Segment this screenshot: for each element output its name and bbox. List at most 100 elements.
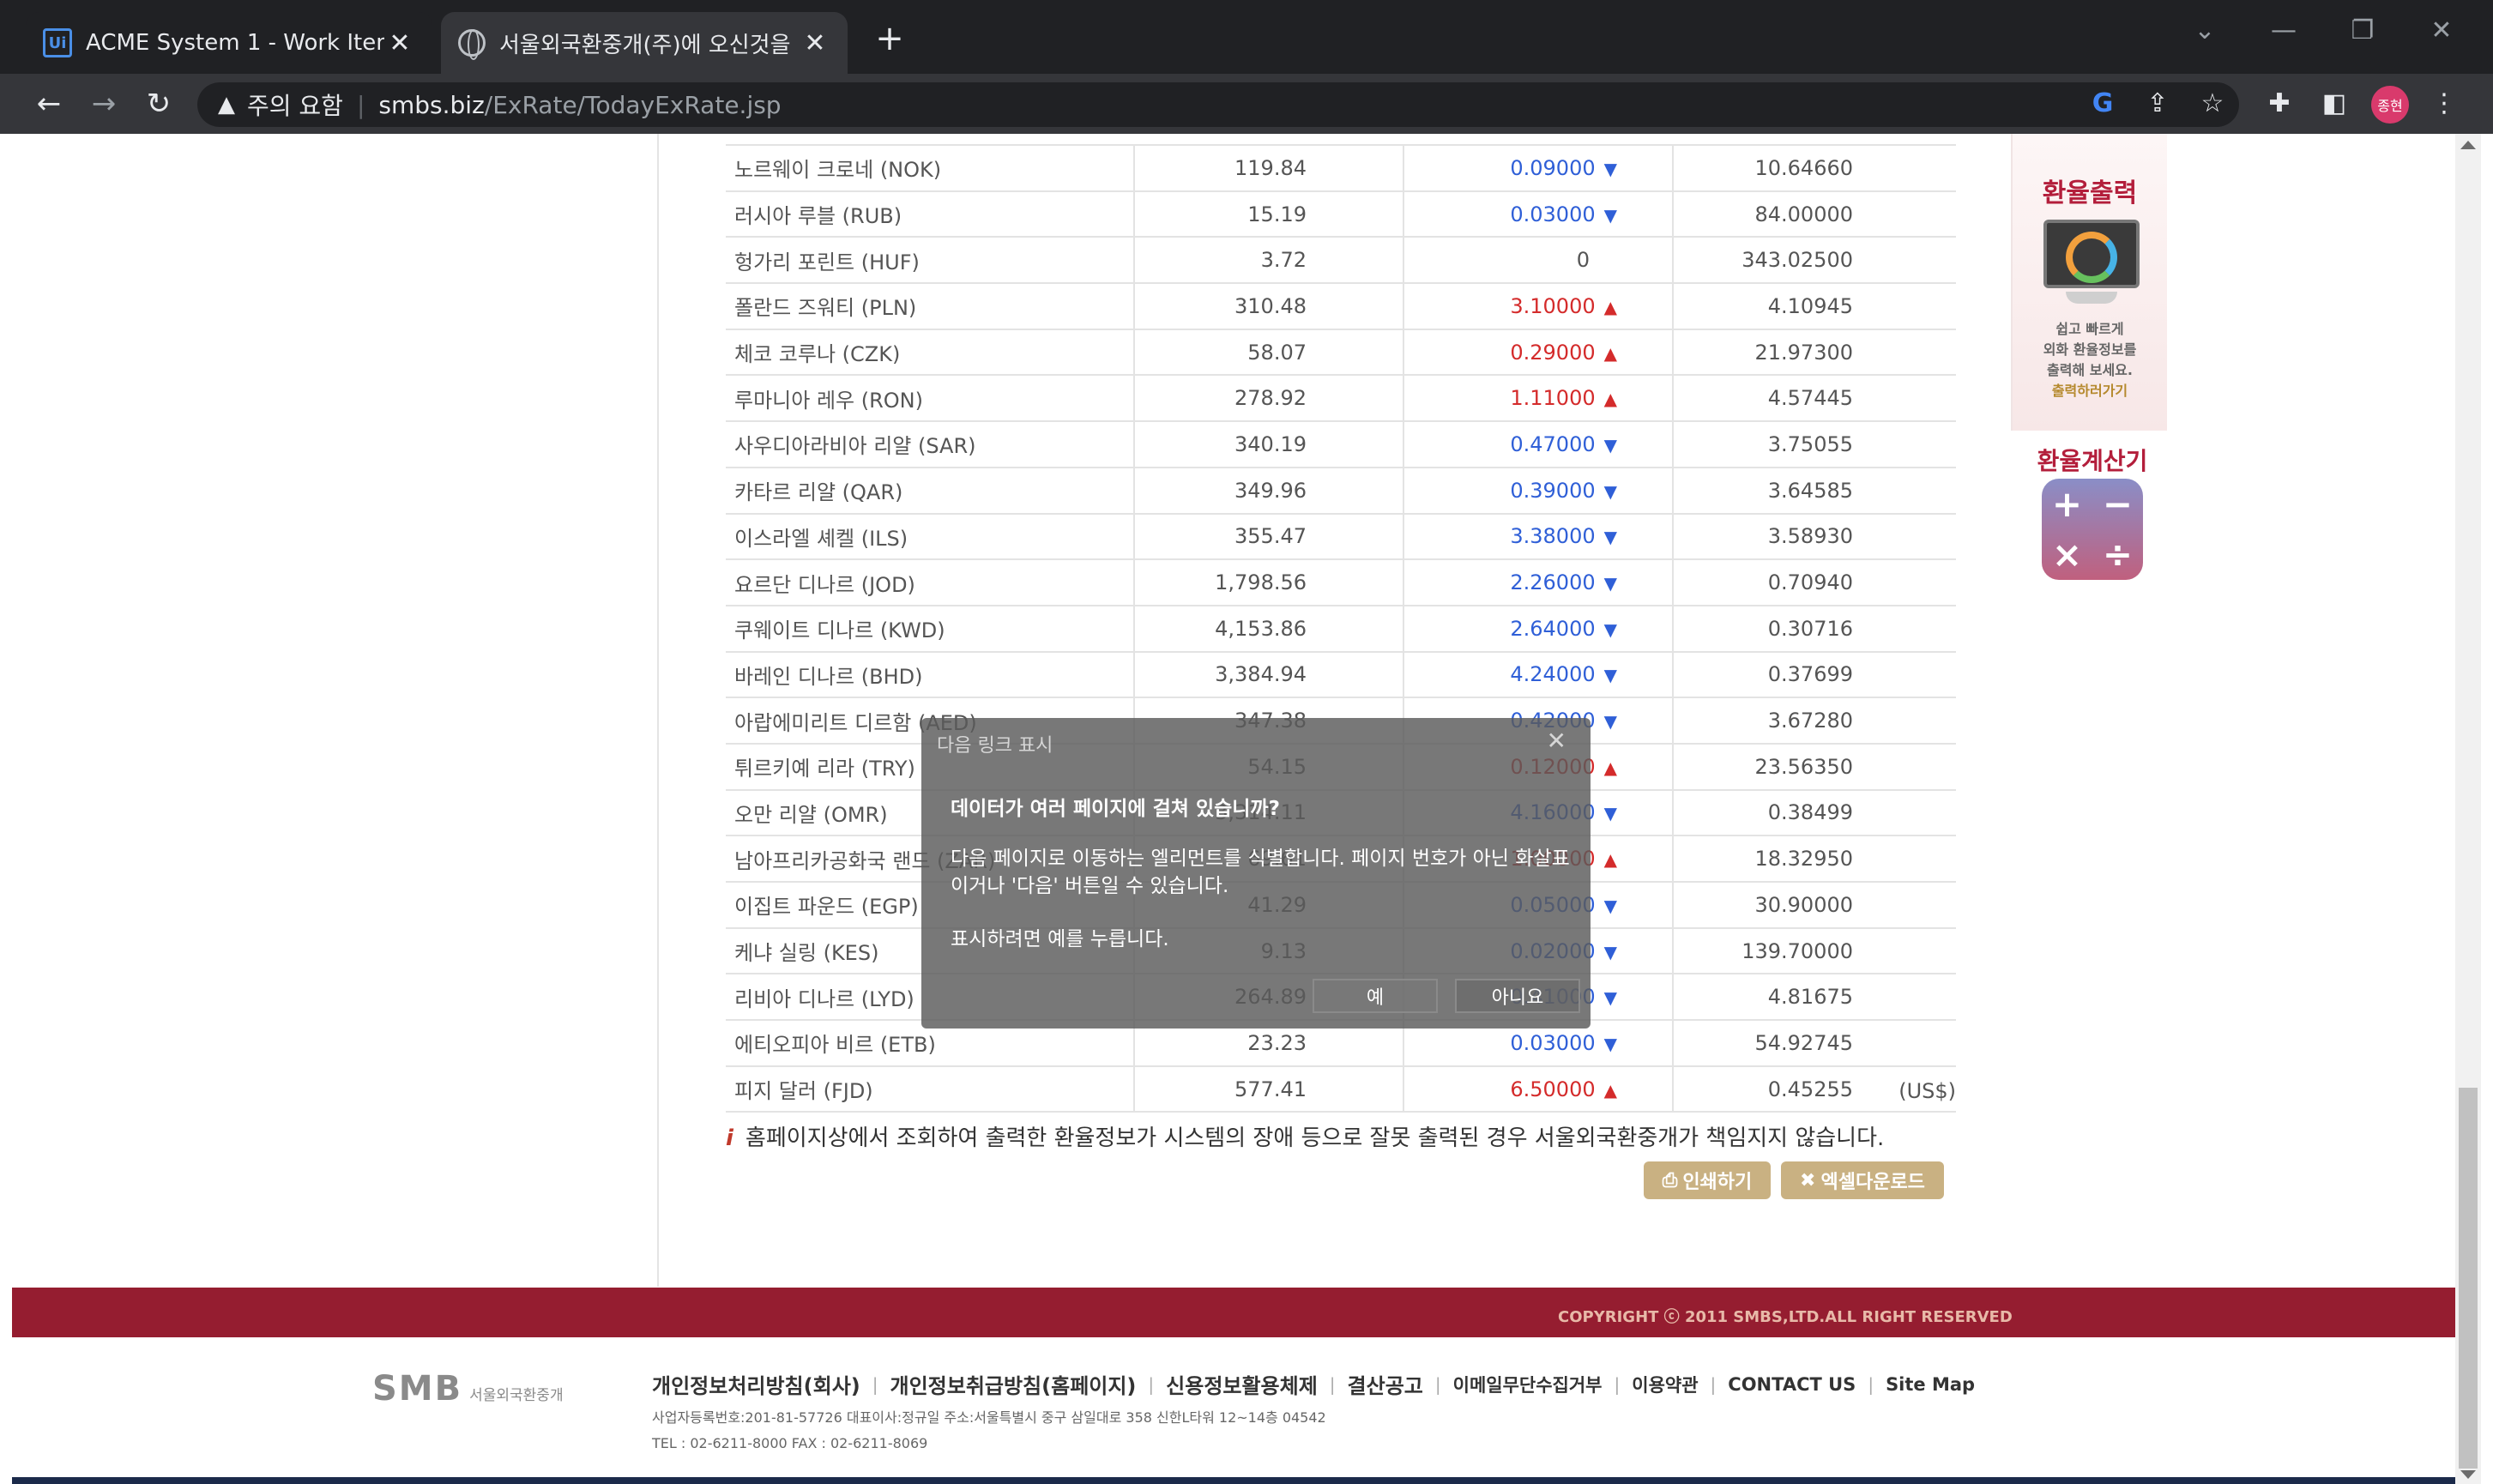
address-bar[interactable]: ▲ 주의 요함 | smbs.biz/ExRate/TodayExRate.js…: [197, 82, 2239, 127]
dialog-instruction: 표시하려면 예를 누릅니다.: [951, 928, 1169, 950]
footer-link-contact[interactable]: CONTACT US: [1728, 1374, 1856, 1395]
currency-name: 루마니아 레우 (RON): [726, 375, 1134, 423]
footer-link-email-refusal[interactable]: 이메일무단수집거부: [1453, 1372, 1603, 1397]
tab-close-icon[interactable]: ✕: [800, 28, 830, 58]
restore-button[interactable]: ❐: [2337, 15, 2388, 45]
change-value: 0.47000: [1510, 431, 1596, 456]
change-value: 0.03000: [1510, 202, 1596, 226]
no-button[interactable]: 아니요: [1455, 979, 1580, 1013]
scrollbar[interactable]: [2455, 134, 2481, 1484]
table-row: 이스라엘 셰켈 (ILS) 355.47 3.38000 ▼ 3.58930: [726, 513, 1956, 561]
usd-rate: 84.00000: [1672, 190, 1956, 238]
company-phone: TEL : 02-6211-8000 FAX : 02-6211-8069: [652, 1435, 928, 1451]
rate-print-banner[interactable]: 환율출력 쉽고 빠르게 외화 환율정보를 출력해 보세요. 출력하러가기: [2011, 134, 2167, 431]
usd-rate: 54.92745: [1672, 1020, 1956, 1067]
footer-link-terms[interactable]: 이용약관: [1632, 1372, 1698, 1397]
base-rate: 340.19: [1133, 421, 1403, 468]
divide-icon: ÷: [2102, 534, 2134, 576]
new-tab-button[interactable]: +: [868, 17, 911, 60]
rate-change: 3.38000 ▼: [1403, 513, 1673, 561]
footer-link-privacy-company[interactable]: 개인정보처리방침(회사): [652, 1369, 860, 1399]
scroll-down-arrow-icon[interactable]: [2460, 1470, 2476, 1479]
rate-change: 6.50000 ▲: [1403, 1065, 1673, 1113]
menu-icon[interactable]: ⋮: [2424, 84, 2464, 124]
yes-button[interactable]: 예: [1313, 979, 1438, 1013]
change-value: 6.50000: [1510, 1077, 1596, 1101]
base-rate: 355.47: [1133, 513, 1403, 561]
bookmark-star-icon[interactable]: ☆: [2193, 84, 2232, 124]
change-value: 0.09000: [1510, 155, 1596, 180]
minimize-button[interactable]: —: [2258, 15, 2309, 45]
uipath-icon: Ui: [43, 28, 72, 57]
down-triangle-icon: ▼: [1603, 1033, 1617, 1054]
left-divider: [657, 134, 659, 1287]
monitor-stand: [2066, 292, 2117, 304]
multiply-icon: ×: [2051, 534, 2083, 576]
usd-value: 4.10945: [1767, 293, 1853, 318]
table-row: 헝가리 포린트 (HUF) 3.72 0 343.02500: [726, 237, 1956, 285]
dialog-close-icon[interactable]: ✕: [1547, 727, 1566, 755]
change-value: 4.24000: [1510, 662, 1596, 687]
down-triangle-icon: ▼: [1603, 895, 1617, 916]
scroll-up-arrow-icon[interactable]: [2460, 141, 2476, 149]
up-triangle-icon: ▲: [1603, 296, 1617, 317]
excel-download-button[interactable]: ✖ 엑셀다운로드: [1781, 1161, 1944, 1199]
extensions-icon[interactable]: ✚: [2260, 84, 2299, 124]
footer-address: 사업자등록번호:201-81-57726 대표이사:정규일 주소:서울특별시 중…: [652, 1405, 1326, 1457]
footer-link-privacy-homepage[interactable]: 개인정보취급방침(홈페이지): [890, 1369, 1137, 1399]
table-row: 노르웨이 크로네 (NOK) 119.84 0.09000 ▼ 10.64660: [726, 144, 1956, 192]
desc-line: 출력해 보세요.: [2047, 362, 2133, 378]
down-triangle-icon: ▼: [1603, 665, 1617, 686]
footer-link-sitemap[interactable]: Site Map: [1886, 1374, 1975, 1395]
currency-name: 바레인 디나르 (BHD): [726, 651, 1134, 699]
window-close-button[interactable]: ✕: [2416, 15, 2467, 45]
usd-value: 139.70000: [1741, 938, 1853, 963]
browser-tab-bar: Ui ACME System 1 - Work Items ✕ 서울외국환중개(…: [0, 0, 2493, 74]
table-row: 체코 코루나 (CZK) 58.07 0.29000 ▲ 21.97300: [726, 329, 1956, 377]
table-row: 폴란드 즈워티 (PLN) 310.48 3.10000 ▲ 4.10945: [726, 283, 1956, 330]
base-rate: 278.92: [1133, 375, 1403, 423]
usd-rate: 18.32950: [1672, 836, 1956, 883]
plus-icon: +: [2051, 483, 2083, 525]
down-triangle-icon: ▼: [1603, 573, 1617, 594]
tab-smbs[interactable]: 서울외국환중개(주)에 오신것을 ✕: [441, 12, 848, 74]
change-value: 3.38000: [1510, 524, 1596, 549]
back-arrow-icon[interactable]: ←: [29, 84, 69, 124]
base-rate: 15.19: [1133, 190, 1403, 238]
usd-rate: 23.56350: [1672, 743, 1956, 791]
tab-close-icon[interactable]: ✕: [384, 28, 415, 58]
footer-link-settlement[interactable]: 결산공고: [1348, 1369, 1423, 1399]
footer-link-credit-info[interactable]: 신용정보활용체제: [1166, 1369, 1318, 1399]
bottom-strip: [12, 1477, 2457, 1484]
up-triangle-icon: ▲: [1603, 389, 1617, 410]
divider: |: [1710, 1373, 1717, 1395]
url-path: /ExRate/TodayExRate.jsp: [484, 90, 782, 119]
usd-unit: (US$): [1898, 1078, 1956, 1103]
tab-acme-work-items[interactable]: Ui ACME System 1 - Work Items ✕: [26, 12, 432, 74]
change-value: 1.11000: [1510, 386, 1596, 411]
security-label[interactable]: 주의 요함: [247, 87, 343, 122]
warning-icon[interactable]: ▲: [218, 92, 235, 118]
print-button[interactable]: ⎙ 인쇄하기: [1644, 1161, 1771, 1199]
calculator-icon: + − × ÷: [2042, 479, 2143, 580]
disclaimer-text: 홈페이지상에서 조회하여 출력한 환율정보가 시스템의 장애 등으로 잘못 출력…: [745, 1125, 1885, 1151]
rate-calculator-banner[interactable]: 환율계산기 + − × ÷: [2028, 443, 2157, 588]
reload-icon[interactable]: ↻: [139, 84, 178, 124]
usd-rate: 0.30716: [1672, 605, 1956, 653]
side-panel-icon[interactable]: ◧: [2315, 84, 2354, 124]
excel-icon: ✖: [1800, 1169, 1816, 1191]
share-icon[interactable]: ⇪: [2138, 84, 2177, 124]
down-triangle-icon: ▼: [1603, 434, 1617, 455]
scrollbar-thumb[interactable]: [2459, 1088, 2478, 1469]
google-icon[interactable]: G: [2083, 84, 2122, 124]
usd-value: 3.75055: [1767, 431, 1853, 456]
usd-value: 0.30716: [1767, 616, 1853, 641]
smb-logo[interactable]: SMB 서울외국환중개: [372, 1369, 564, 1409]
print-banner-title: 환율출력: [2042, 178, 2138, 208]
footer-bar: [12, 1288, 2457, 1337]
print-link[interactable]: 출력하러가기: [2013, 381, 2167, 401]
forward-arrow-icon[interactable]: →: [84, 84, 124, 124]
profile-avatar[interactable]: 종현: [2371, 86, 2409, 124]
tab-search-icon[interactable]: ⌄: [2179, 15, 2230, 45]
change-value: 0.03000: [1510, 1030, 1596, 1055]
